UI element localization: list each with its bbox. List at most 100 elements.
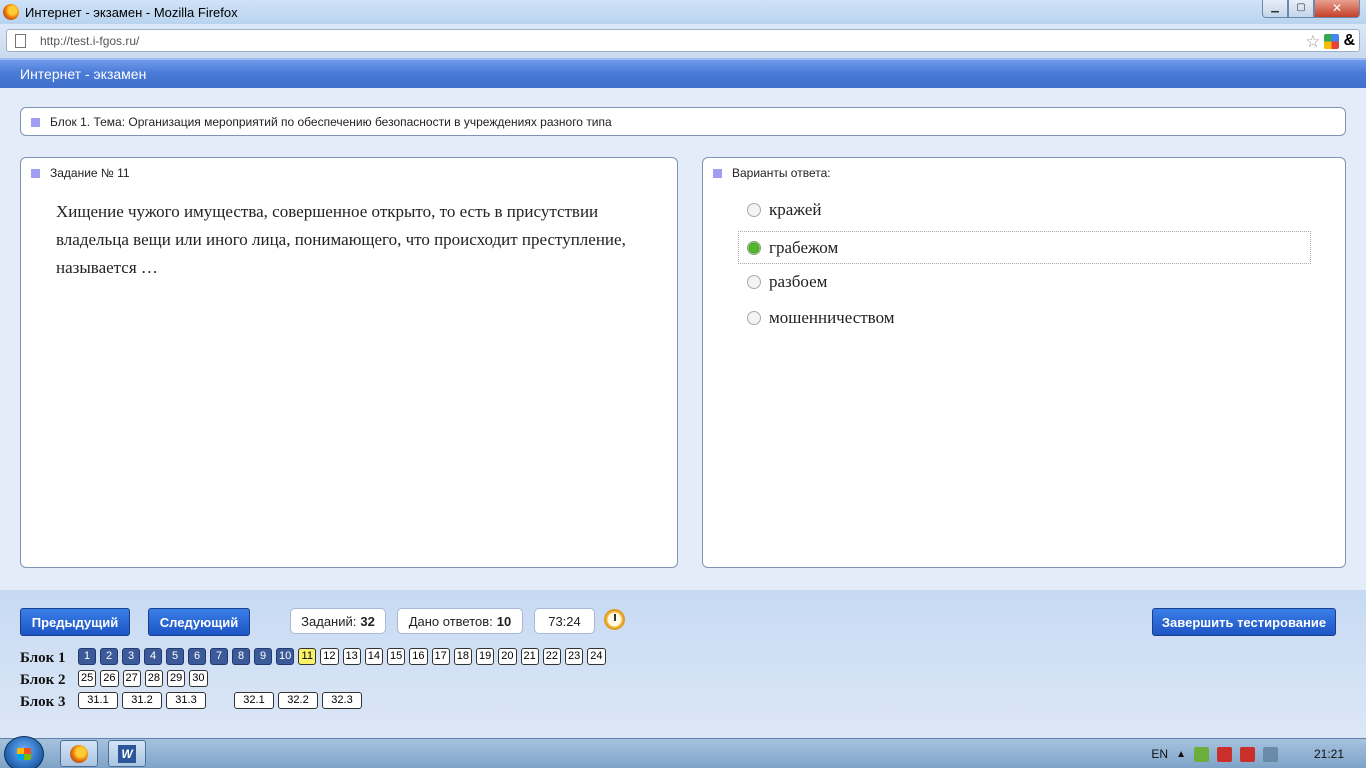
timer-value: 73:24 — [548, 613, 581, 629]
question-nav-button[interactable]: 1 — [78, 648, 96, 665]
start-button[interactable] — [4, 736, 44, 768]
tray-flag-icon[interactable] — [1216, 746, 1232, 762]
radio-button[interactable] — [747, 310, 761, 325]
question-nav-button[interactable]: 26 — [100, 670, 119, 687]
bookmark-star-icon[interactable]: ☆ — [1305, 33, 1320, 50]
question-nav-button[interactable]: 23 — [565, 648, 584, 665]
window-controls: ▁ ▢ ✕ — [1262, 0, 1360, 18]
page-icon — [15, 33, 26, 48]
tray-error-icon[interactable] — [1239, 746, 1255, 762]
answered-count-value: 10 — [496, 613, 512, 629]
radio-button-checked[interactable] — [747, 240, 761, 255]
radio-button[interactable] — [747, 202, 761, 217]
answer-option-label: мошенничеством — [769, 307, 895, 327]
window-title: Интернет - экзамен - Mozilla Firefox — [25, 4, 238, 20]
question-nav-button[interactable]: 15 — [387, 648, 406, 665]
question-nav-button[interactable]: 9 — [254, 648, 272, 665]
word-icon: W — [118, 744, 136, 763]
tray-network-icon[interactable] — [1193, 746, 1209, 762]
bullet-square-icon — [31, 168, 40, 178]
question-nav-button-current[interactable]: 11 — [298, 648, 317, 665]
question-nav-button[interactable]: 31.2 — [122, 692, 162, 709]
question-nav-button[interactable]: 25 — [78, 670, 97, 687]
block-1-label: Блок 1 — [20, 650, 66, 666]
question-nav-button[interactable]: 31.3 — [166, 692, 206, 709]
question-nav-button[interactable]: 17 — [431, 648, 450, 665]
question-nav-button[interactable]: 32.3 — [322, 692, 362, 709]
answer-option[interactable]: кражей — [738, 193, 1311, 226]
question-nav-button[interactable]: 14 — [364, 648, 383, 665]
question-nav-button[interactable]: 29 — [167, 670, 186, 687]
tasks-count-box: Заданий: 32 — [290, 608, 386, 634]
question-panel: Задание № 11 Хищение чужого имущества, с… — [20, 157, 678, 568]
ampersand-icon[interactable]: & — [1343, 32, 1355, 50]
question-nav-button[interactable]: 10 — [276, 648, 295, 665]
firefox-icon — [3, 4, 19, 20]
answers-panel: Варианты ответа: кражей грабежом разбоем… — [702, 157, 1346, 568]
app-header: Интернет - экзамен — [0, 58, 1366, 88]
radio-button[interactable] — [747, 274, 761, 289]
question-nav-button[interactable]: 2 — [100, 648, 118, 665]
system-tray: EN ▲ 21:21 — [1151, 739, 1366, 768]
block-2-label: Блок 2 — [20, 672, 66, 688]
answer-option-selected[interactable]: грабежом — [738, 231, 1311, 264]
close-button[interactable]: ✕ — [1314, 0, 1360, 18]
url-bar[interactable]: http://test.i-fgos.ru/ ☆ & — [6, 29, 1360, 52]
answer-option[interactable]: мошенничеством — [738, 301, 1311, 334]
url-text[interactable]: http://test.i-fgos.ru/ — [40, 34, 139, 48]
answer-option-label: грабежом — [769, 237, 839, 257]
google-icon[interactable] — [1324, 33, 1340, 49]
os-taskbar: W EN ▲ 21:21 — [0, 736, 1366, 768]
question-nav-button[interactable]: 7 — [210, 648, 228, 665]
prev-button[interactable]: Предыдущий — [20, 608, 130, 636]
question-nav-button[interactable]: 19 — [476, 648, 495, 665]
bullet-square-icon — [31, 117, 40, 127]
question-nav-button[interactable]: 12 — [320, 648, 339, 665]
finish-test-button[interactable]: Завершить тестирование — [1152, 608, 1336, 636]
answers-label: Варианты ответа: — [732, 166, 831, 180]
system-clock[interactable]: 21:21 — [1314, 747, 1344, 761]
alarm-clock-icon — [604, 609, 625, 630]
language-indicator[interactable]: EN — [1151, 747, 1168, 761]
question-nav-button[interactable]: 20 — [498, 648, 517, 665]
bullet-square-icon — [713, 168, 722, 178]
question-nav-button[interactable]: 4 — [144, 648, 162, 665]
block-3-nav: 31.1 31.2 31.3 32.1 32.2 32.3 — [78, 692, 362, 709]
tray-display-icon[interactable] — [1262, 746, 1278, 762]
question-nav-button[interactable]: 27 — [122, 670, 141, 687]
firefox-icon — [70, 744, 88, 763]
browser-navbar: http://test.i-fgos.ru/ ☆ & — [0, 24, 1366, 58]
question-nav-button[interactable]: 6 — [188, 648, 206, 665]
question-nav-button[interactable]: 24 — [587, 648, 606, 665]
question-nav-button[interactable]: 32.2 — [278, 692, 318, 709]
timer-box: 73:24 — [534, 608, 595, 634]
answer-option[interactable]: разбоем — [738, 265, 1311, 298]
next-button[interactable]: Следующий — [148, 608, 250, 636]
question-nav-button[interactable]: 30 — [189, 670, 208, 687]
taskbar-firefox[interactable] — [60, 740, 98, 767]
question-nav-button[interactable]: 32.1 — [234, 692, 274, 709]
question-nav-button[interactable]: 21 — [520, 648, 539, 665]
taskbar-word[interactable]: W — [108, 740, 146, 767]
question-nav-button[interactable]: 3 — [122, 648, 140, 665]
answer-option-label: разбоем — [769, 271, 828, 291]
minimize-button[interactable]: ▁ — [1262, 0, 1288, 18]
nav-spacer — [210, 692, 230, 709]
answered-count-box: Дано ответов: 10 — [397, 608, 523, 634]
answered-count-label: Дано ответов: — [408, 613, 493, 629]
question-nav-button[interactable]: 31.1 — [78, 692, 118, 709]
answer-option-label: кражей — [769, 199, 822, 219]
maximize-button[interactable]: ▢ — [1288, 0, 1314, 18]
block-topic-text: Блок 1. Тема: Организация мероприятий по… — [50, 115, 612, 129]
question-nav-button[interactable]: 16 — [409, 648, 428, 665]
question-number: Задание № 11 — [50, 166, 130, 180]
question-nav-button[interactable]: 22 — [542, 648, 561, 665]
question-nav-button[interactable]: 13 — [342, 648, 361, 665]
question-nav-button[interactable]: 18 — [453, 648, 472, 665]
window-titlebar: Интернет - экзамен - Mozilla Firefox ▁ ▢… — [0, 0, 1366, 24]
question-nav-button[interactable]: 8 — [232, 648, 250, 665]
question-nav-button[interactable]: 5 — [166, 648, 184, 665]
tasks-count-value: 32 — [360, 613, 375, 629]
question-nav-button[interactable]: 28 — [144, 670, 163, 687]
tray-expand-icon[interactable]: ▲ — [1176, 749, 1186, 760]
